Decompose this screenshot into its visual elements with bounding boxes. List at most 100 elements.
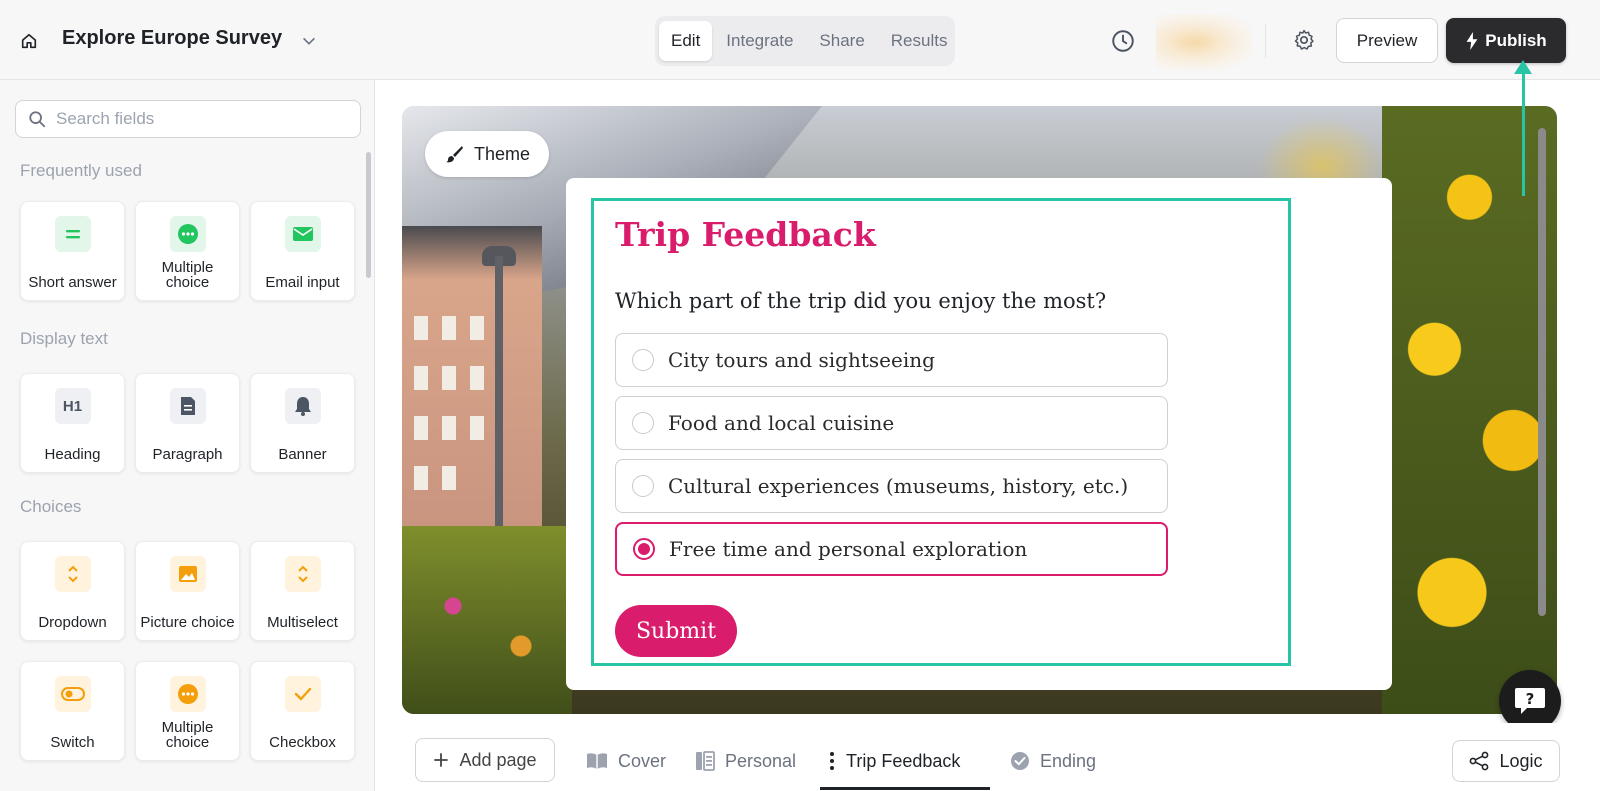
plus-icon bbox=[434, 753, 449, 767]
page-tab-cover[interactable]: Cover bbox=[586, 745, 666, 777]
sidebar-scrollbar[interactable] bbox=[366, 152, 371, 278]
vertical-dots-icon bbox=[830, 752, 834, 770]
search-input[interactable] bbox=[56, 109, 336, 129]
field-label: Checkbox bbox=[269, 734, 336, 751]
document-icon bbox=[169, 388, 206, 424]
background-foliage bbox=[402, 526, 572, 714]
option-free-time[interactable]: Free time and personal exploration bbox=[615, 522, 1168, 576]
tab-integrate[interactable]: Integrate bbox=[714, 21, 805, 61]
option-label: City tours and sightseeing bbox=[668, 348, 935, 372]
survey-title[interactable]: Explore Europe Survey bbox=[62, 27, 282, 50]
chevron-updown-icon bbox=[284, 556, 321, 592]
field-label: Banner bbox=[278, 446, 327, 463]
field-label: Picture choice bbox=[140, 614, 235, 631]
svg-text:?: ? bbox=[1526, 690, 1535, 708]
field-label: Heading bbox=[44, 446, 101, 463]
dots-circle-icon bbox=[169, 216, 206, 252]
paintbrush-icon bbox=[445, 146, 463, 163]
top-header: Explore Europe Survey Edit Integrate Sha… bbox=[0, 0, 1600, 80]
option-label: Free time and personal exploration bbox=[669, 537, 1028, 561]
page-tab-personal[interactable]: Personal bbox=[695, 745, 796, 777]
check-circle-icon bbox=[1011, 752, 1029, 770]
field-heading[interactable]: H1 Heading bbox=[20, 373, 125, 473]
section-title-frequently-used: Frequently used bbox=[20, 161, 142, 180]
share-nodes-icon bbox=[1470, 751, 1489, 771]
page-tabs-bar bbox=[376, 723, 1600, 791]
home-icon[interactable] bbox=[18, 30, 40, 52]
field-label: Multiple choice bbox=[161, 259, 214, 291]
page-tab-label: Trip Feedback bbox=[846, 750, 961, 771]
page-tab-label: Cover bbox=[618, 750, 667, 771]
theme-label: Theme bbox=[473, 143, 531, 164]
chevron-updown-icon bbox=[54, 556, 91, 592]
book-icon bbox=[587, 753, 607, 769]
option-label: Food and local cuisine bbox=[668, 411, 895, 435]
add-page-label: Add page bbox=[459, 749, 537, 770]
submit-button[interactable]: Submit bbox=[615, 605, 737, 657]
gear-icon[interactable] bbox=[1292, 28, 1318, 54]
field-multiple-choice-2[interactable]: Multiple choice bbox=[135, 661, 240, 761]
field-label: Email input bbox=[265, 274, 340, 291]
field-short-answer[interactable]: Short answer bbox=[20, 201, 125, 301]
envelope-icon bbox=[284, 216, 321, 252]
fields-sidebar: Frequently used Short answer Multiple ch… bbox=[0, 80, 375, 791]
tab-results[interactable]: Results bbox=[879, 21, 960, 61]
search-icon bbox=[29, 111, 46, 128]
field-picture-choice[interactable]: Picture choice bbox=[135, 541, 240, 641]
field-label: Switch bbox=[50, 734, 95, 751]
logic-label: Logic bbox=[1499, 750, 1543, 771]
background-building bbox=[402, 226, 542, 526]
image-icon bbox=[169, 556, 206, 592]
field-paragraph[interactable]: Paragraph bbox=[135, 373, 240, 473]
option-cultural[interactable]: Cultural experiences (museums, history, … bbox=[615, 459, 1168, 513]
avatar[interactable] bbox=[1156, 14, 1252, 70]
search-box[interactable] bbox=[15, 100, 361, 138]
field-email-input[interactable]: Email input bbox=[250, 201, 355, 301]
toggle-icon bbox=[54, 676, 91, 712]
publish-label: Publish bbox=[1485, 30, 1547, 50]
option-label: Cultural experiences (museums, history, … bbox=[668, 474, 1129, 498]
h1-icon: H1 bbox=[54, 388, 91, 424]
page-tab-label: Personal bbox=[725, 750, 797, 771]
option-food[interactable]: Food and local cuisine bbox=[615, 396, 1168, 450]
field-label: Multiselect bbox=[267, 614, 338, 631]
form-icon bbox=[696, 751, 715, 771]
field-multiselect[interactable]: Multiselect bbox=[250, 541, 355, 641]
question-text[interactable]: Which part of the trip did you enjoy the… bbox=[615, 289, 1106, 313]
preview-button[interactable]: Preview bbox=[1336, 18, 1438, 63]
theme-button[interactable]: Theme bbox=[425, 131, 549, 177]
equals-icon bbox=[54, 216, 91, 252]
publish-button[interactable]: Publish bbox=[1446, 18, 1566, 63]
field-switch[interactable]: Switch bbox=[20, 661, 125, 761]
tab-share[interactable]: Share bbox=[807, 21, 876, 61]
canvas-scrollbar-thumb[interactable] bbox=[1538, 128, 1546, 616]
form-title[interactable]: Trip Feedback bbox=[615, 215, 876, 254]
field-label: Multiple choice bbox=[161, 719, 214, 751]
background-flowers bbox=[1382, 106, 1557, 714]
page-tab-trip-feedback[interactable]: Trip Feedback bbox=[828, 745, 960, 777]
section-title-choices: Choices bbox=[20, 497, 82, 516]
annotation-arrow-line bbox=[1522, 72, 1525, 196]
annotation-arrow-head bbox=[1514, 60, 1532, 74]
field-multiple-choice[interactable]: Multiple choice bbox=[135, 201, 240, 301]
field-checkbox[interactable]: Checkbox bbox=[250, 661, 355, 761]
radio-button[interactable] bbox=[632, 349, 654, 371]
option-city-tours[interactable]: City tours and sightseeing bbox=[615, 333, 1168, 387]
logic-button[interactable]: Logic bbox=[1452, 740, 1560, 782]
bell-icon bbox=[284, 388, 321, 424]
radio-button[interactable] bbox=[632, 412, 654, 434]
page-tab-ending[interactable]: Ending bbox=[1010, 745, 1096, 777]
radio-button[interactable] bbox=[632, 475, 654, 497]
tab-edit[interactable]: Edit bbox=[659, 21, 713, 61]
field-banner[interactable]: Banner bbox=[250, 373, 355, 473]
lightning-icon bbox=[1466, 31, 1478, 50]
radio-button-selected[interactable] bbox=[633, 538, 655, 560]
field-label: Dropdown bbox=[38, 614, 107, 631]
history-clock-icon[interactable] bbox=[1110, 28, 1136, 54]
add-page-button[interactable]: Add page bbox=[415, 738, 555, 782]
mode-tabs: Edit Integrate Share Results bbox=[655, 16, 955, 66]
chevron-down-icon[interactable] bbox=[300, 32, 318, 50]
field-dropdown[interactable]: Dropdown bbox=[20, 541, 125, 641]
field-label: Short answer bbox=[28, 274, 117, 291]
page-tab-label: Ending bbox=[1040, 750, 1097, 771]
